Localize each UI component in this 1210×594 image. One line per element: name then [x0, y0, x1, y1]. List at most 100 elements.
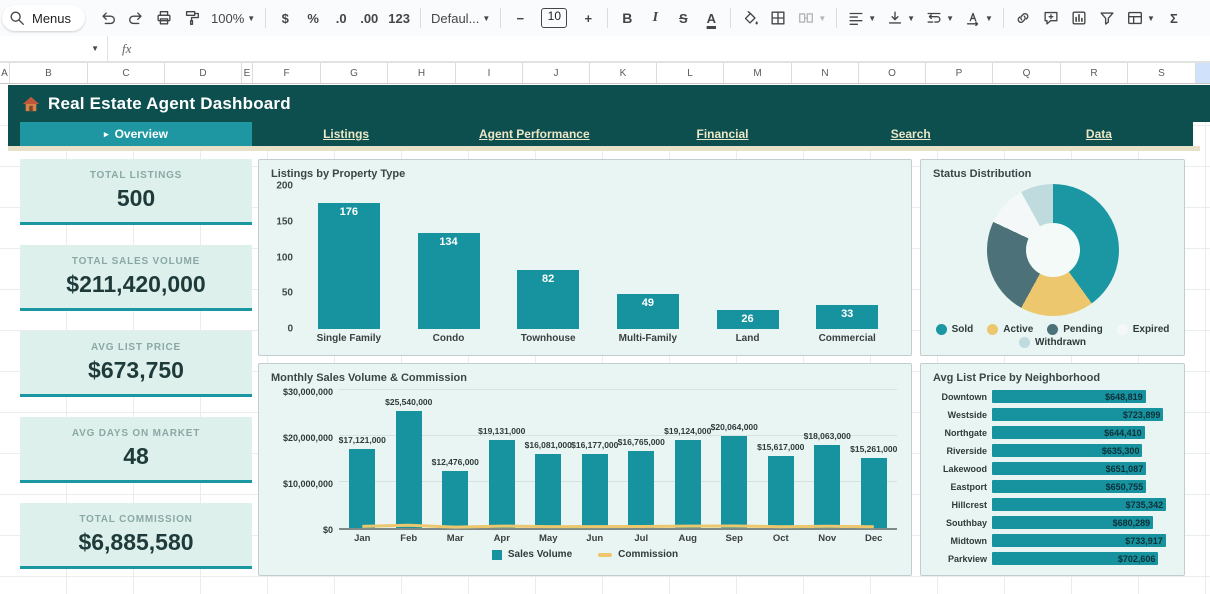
align-left-icon	[847, 9, 865, 27]
column-header-N[interactable]: N	[792, 63, 859, 83]
decrease-decimal-button[interactable]: .0	[328, 5, 354, 31]
format-currency-button[interactable]: $	[272, 5, 298, 31]
divider	[836, 8, 837, 28]
print-button[interactable]	[151, 5, 177, 31]
x-tick-label: Townhouse	[498, 333, 598, 344]
bar: $648,819	[992, 390, 1146, 403]
text-wrap-button[interactable]: ▼	[921, 5, 958, 31]
column-header-I[interactable]: I	[456, 63, 523, 83]
borders-button[interactable]	[765, 5, 791, 31]
chevron-down-icon: ▼	[907, 14, 915, 23]
name-box[interactable]: ▼	[0, 36, 108, 61]
column-header-G[interactable]: G	[321, 63, 388, 83]
table-views-button[interactable]: ▼	[1122, 5, 1159, 31]
italic-button-label: I	[653, 10, 658, 26]
decrease-decimal-button-label: .0	[336, 11, 347, 26]
column-header-J[interactable]: J	[523, 63, 590, 83]
chart-monthly-sales-commission[interactable]: Monthly Sales Volume & Commission $30,00…	[258, 363, 912, 576]
create-filter-button[interactable]	[1094, 5, 1120, 31]
column-header-E[interactable]: E	[242, 63, 253, 83]
legend-label: Withdrawn	[1035, 337, 1086, 348]
zoom-select-label: 100%	[211, 11, 244, 26]
font-size-decrease-button[interactable]: −	[507, 5, 533, 31]
increase-decimal-button[interactable]: .00	[356, 5, 382, 31]
kpi-card[interactable]: TOTAL SALES VOLUME$211,420,000	[20, 245, 252, 311]
font-family-select[interactable]: Defaul...▼	[427, 5, 494, 31]
column-header-M[interactable]: M	[724, 63, 792, 83]
functions-button[interactable]: Σ	[1161, 5, 1187, 31]
fill-color-button[interactable]	[737, 5, 763, 31]
column-header-S[interactable]: S	[1128, 63, 1196, 83]
kpi-card[interactable]: AVG DAYS ON MARKET48	[20, 417, 252, 483]
tab-data[interactable]: Data	[1005, 122, 1193, 146]
chart-avg-price-by-neighborhood[interactable]: Avg List Price by Neighborhood Downtown$…	[920, 363, 1185, 576]
bar-zone: $644,410	[992, 426, 1172, 439]
bar-value-label: $648,819	[1105, 392, 1146, 402]
paint-format-button[interactable]	[179, 5, 205, 31]
bar-zone: $651,087	[992, 462, 1172, 475]
category-label: Riverside	[931, 446, 987, 456]
column-header-B[interactable]: B	[10, 63, 88, 83]
legend-swatch	[936, 324, 947, 335]
insert-comment-button[interactable]	[1038, 5, 1064, 31]
legend-swatch	[987, 324, 998, 335]
column-header-K[interactable]: K	[590, 63, 657, 83]
redo-button[interactable]	[123, 5, 149, 31]
menus-button[interactable]: Menus	[2, 5, 85, 31]
tab-overview[interactable]: ▸Overview	[20, 122, 252, 146]
column-header-P[interactable]: P	[926, 63, 993, 83]
font-size-increase-button-label: +	[585, 11, 593, 26]
x-tick-label: Land	[698, 333, 798, 344]
sheet-grid[interactable]: Real Estate Agent Dashboard ▸OverviewLis…	[0, 85, 1210, 594]
column-header-C[interactable]: C	[88, 63, 165, 83]
text-rotate-button[interactable]: ▼	[960, 5, 997, 31]
horizontal-align-button[interactable]: ▼	[843, 5, 880, 31]
strikethrough-button[interactable]: S	[670, 5, 696, 31]
functions-button-label: Σ	[1170, 11, 1178, 26]
chart-status-distribution[interactable]: Status Distribution SoldActivePendingExp…	[920, 159, 1185, 356]
zoom-select[interactable]: 100%▼	[207, 5, 259, 31]
insert-chart-button[interactable]	[1066, 5, 1092, 31]
column-header-D[interactable]: D	[165, 63, 242, 83]
legend-swatch	[1047, 324, 1058, 335]
column-header-Q[interactable]: Q	[993, 63, 1061, 83]
font-size-increase-button[interactable]: +	[575, 5, 601, 31]
kpi-card[interactable]: TOTAL COMMISSION$6,885,580	[20, 503, 252, 569]
x-axis-labels: JanFebMarAprMayJunJulAugSepOctNovDec	[339, 533, 897, 544]
kpi-card[interactable]: AVG LIST PRICE$673,750	[20, 331, 252, 397]
column-header-O[interactable]: O	[859, 63, 926, 83]
bold-button[interactable]: B	[614, 5, 640, 31]
dashboard-banner: Real Estate Agent Dashboard	[8, 85, 1210, 122]
hbar-row: Riverside$635,300	[931, 444, 1172, 457]
italic-button[interactable]: I	[642, 5, 668, 31]
undo-button[interactable]	[95, 5, 121, 31]
chart-listings-by-property-type[interactable]: Listings by Property Type 05010015020017…	[258, 159, 912, 356]
column-header-F[interactable]: F	[253, 63, 321, 83]
bar: 134	[418, 233, 480, 329]
merge-cells-button[interactable]: ▼	[793, 5, 830, 31]
tab-listings[interactable]: Listings	[252, 122, 440, 146]
tab-search[interactable]: Search	[817, 122, 1005, 146]
donut-hole	[1026, 223, 1080, 277]
bar-value-label: $650,755	[1106, 482, 1147, 492]
font-size-input[interactable]: 10	[535, 5, 573, 31]
tab-agent-performance[interactable]: Agent Performance	[440, 122, 628, 146]
column-header-L[interactable]: L	[657, 63, 724, 83]
text-color-button[interactable]: A	[698, 5, 724, 31]
format-percent-button[interactable]: %	[300, 5, 326, 31]
category-label: Downtown	[931, 392, 987, 402]
kpi-card[interactable]: TOTAL LISTINGS500	[20, 159, 252, 225]
menus-label: Menus	[32, 11, 71, 26]
more-formats-button[interactable]: 123	[384, 5, 414, 31]
category-label: Southbay	[931, 518, 987, 528]
font-family-select-label: Defaul...	[431, 11, 479, 26]
bar: 176	[318, 203, 380, 329]
bar: $644,410	[992, 426, 1145, 439]
tab-financial[interactable]: Financial	[628, 122, 816, 146]
column-header-R[interactable]: R	[1061, 63, 1128, 83]
insert-link-button[interactable]	[1010, 5, 1036, 31]
column-header-A[interactable]: A	[0, 63, 10, 83]
column-header-H[interactable]: H	[388, 63, 456, 83]
vertical-align-button[interactable]: ▼	[882, 5, 919, 31]
bars: 17613482492633	[299, 186, 897, 329]
